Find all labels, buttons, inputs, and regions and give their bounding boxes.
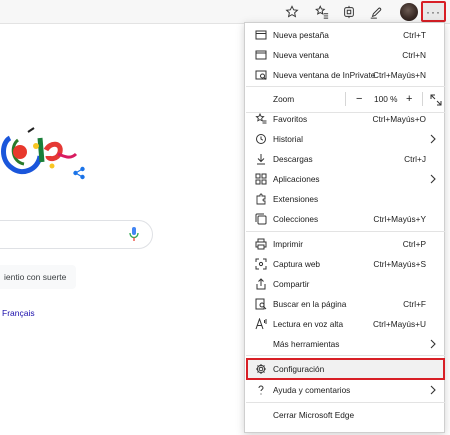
- extensions-icon: [255, 193, 267, 205]
- language-link[interactable]: Français: [2, 308, 35, 318]
- microphone-icon[interactable]: [128, 226, 140, 242]
- star-add-icon[interactable]: [282, 2, 302, 22]
- download-icon: [255, 153, 267, 165]
- menu-item-new-tab[interactable]: Nueva pestaña Ctrl+T: [246, 25, 445, 45]
- menu-item-read-aloud[interactable]: Lectura en voz alta Ctrl+Mayús+U: [246, 314, 445, 334]
- menu-divider: [246, 355, 445, 356]
- collections-icon: [255, 213, 267, 225]
- menu-item-share[interactable]: Compartir: [246, 274, 445, 294]
- menu-item-print[interactable]: Imprimir Ctrl+P: [246, 234, 445, 254]
- zoom-in-button[interactable]: +: [406, 87, 412, 107]
- share-icon: [255, 278, 267, 290]
- more-options-icon: ···: [426, 4, 441, 19]
- chevron-right-icon: [430, 174, 436, 184]
- fullscreen-icon[interactable]: [430, 93, 442, 106]
- share-icon[interactable]: [72, 166, 86, 180]
- zoom-divider: [422, 92, 423, 106]
- menu-item-web-capture[interactable]: Captura web Ctrl+Mayús+S: [246, 254, 445, 274]
- gear-icon: [255, 363, 267, 375]
- inprivate-icon: [255, 69, 267, 81]
- chevron-right-icon: [430, 339, 436, 349]
- menu-item-favorites[interactable]: Favoritos Ctrl+Mayús+O: [246, 109, 445, 129]
- zoom-divider: [345, 92, 346, 106]
- new-window-icon: [255, 49, 267, 61]
- web-capture-icon: [255, 258, 267, 270]
- menu-item-history[interactable]: Historial: [246, 129, 445, 149]
- menu-item-find[interactable]: Buscar en la página Ctrl+F: [246, 294, 445, 314]
- lucky-button[interactable]: ientio con suerte: [0, 265, 76, 289]
- zoom-label: Zoom: [273, 94, 295, 104]
- feedback-icon[interactable]: [366, 2, 386, 22]
- settings-menu: Nueva pestaña Ctrl+T Nueva ventana Ctrl+…: [244, 22, 445, 433]
- web-page: ientio con suerte Français: [0, 25, 245, 435]
- favorites-icon: [255, 113, 267, 125]
- zoom-value: 100 %: [374, 94, 398, 104]
- history-icon: [255, 133, 267, 145]
- menu-item-inprivate[interactable]: Nueva ventana de InPrivate Ctrl+Mayús+N: [246, 65, 445, 85]
- more-options-button[interactable]: ···: [421, 1, 446, 22]
- find-icon: [255, 298, 267, 310]
- menu-item-collections[interactable]: Colecciones Ctrl+Mayús+Y: [246, 209, 445, 229]
- menu-divider: [246, 231, 445, 232]
- read-aloud-icon: [255, 318, 267, 330]
- menu-item-downloads[interactable]: Descargas Ctrl+J: [246, 149, 445, 169]
- menu-divider: [246, 402, 445, 403]
- menu-item-extensions[interactable]: Extensiones: [246, 189, 445, 209]
- help-icon: [255, 384, 267, 396]
- menu-item-close-edge[interactable]: Cerrar Microsoft Edge: [246, 405, 445, 425]
- collections-icon[interactable]: [339, 2, 359, 22]
- menu-item-apps[interactable]: Aplicaciones: [246, 169, 445, 189]
- zoom-out-button[interactable]: −: [356, 87, 362, 107]
- menu-item-settings[interactable]: Configuración: [246, 358, 445, 380]
- menu-item-more-tools[interactable]: Más herramientas: [246, 334, 445, 354]
- profile-avatar[interactable]: [400, 3, 418, 21]
- apps-icon: [255, 173, 267, 185]
- chevron-right-icon: [430, 385, 436, 395]
- favorites-icon[interactable]: [312, 2, 332, 22]
- menu-item-new-window[interactable]: Nueva ventana Ctrl+N: [246, 45, 445, 65]
- zoom-row: Zoom − 100 % +: [246, 87, 445, 111]
- menu-item-help[interactable]: Ayuda y comentarios: [246, 380, 445, 400]
- chevron-right-icon: [430, 134, 436, 144]
- new-tab-icon: [255, 29, 267, 41]
- browser-toolbar: ···: [0, 0, 450, 24]
- print-icon: [255, 238, 267, 250]
